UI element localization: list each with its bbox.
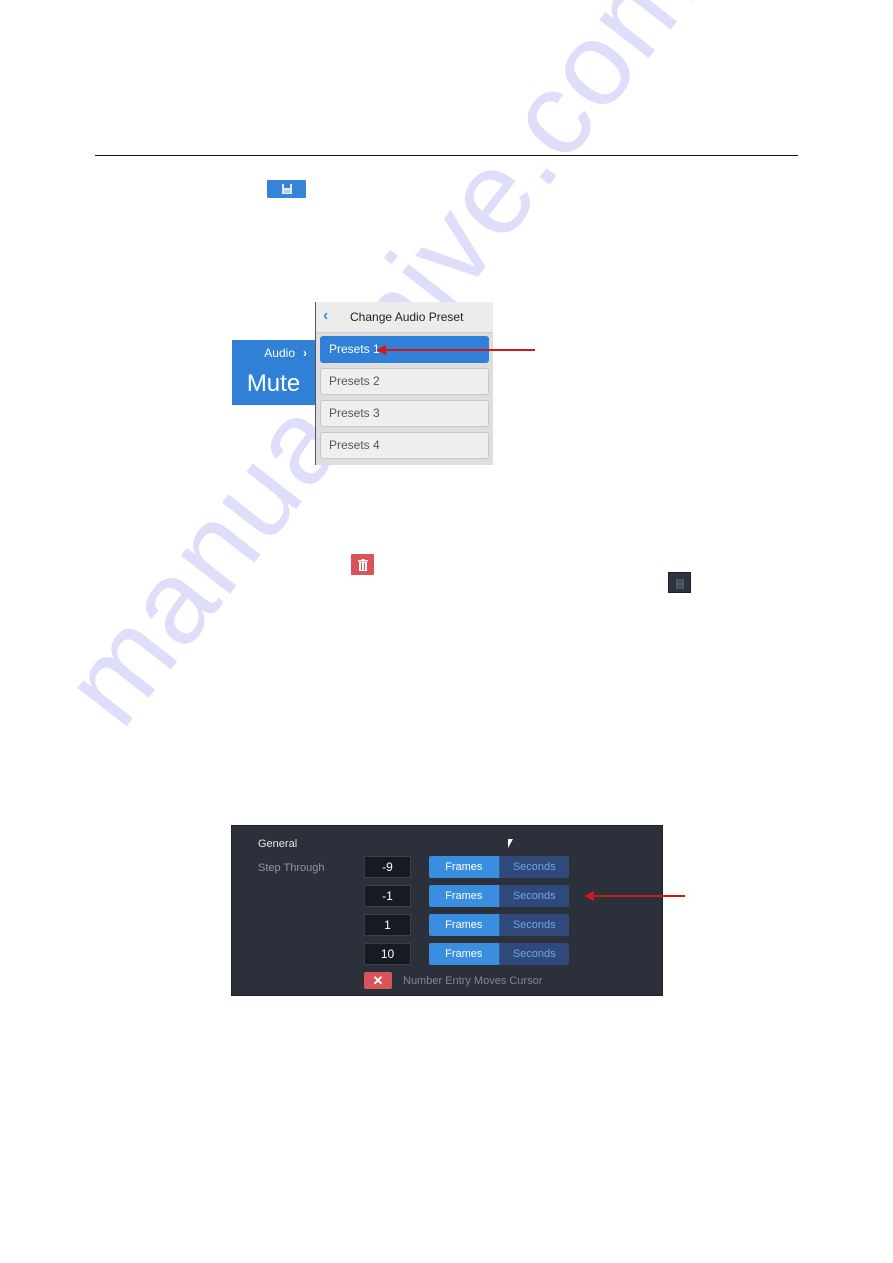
trash-icon <box>351 554 374 575</box>
save-icon <box>267 180 306 198</box>
seconds-button[interactable]: Seconds <box>499 914 569 936</box>
mouse-cursor-icon <box>508 839 513 848</box>
seconds-button[interactable]: Seconds <box>499 943 569 965</box>
frames-button[interactable]: Frames <box>429 885 500 907</box>
audio-tile[interactable]: Audio › Mute <box>232 340 316 405</box>
panel-title: Change Audio Preset <box>350 310 464 324</box>
audio-tile-value: Mute <box>246 370 301 397</box>
preset-item-2[interactable]: Presets 2 <box>320 368 489 395</box>
audio-tile-header: Audio › <box>232 346 315 362</box>
page-header-rule <box>95 155 798 156</box>
frames-button[interactable]: Frames <box>429 914 500 936</box>
callout-arrow <box>376 345 535 355</box>
step-value-field[interactable]: -9 <box>364 856 411 878</box>
unit-toggle: Frames Seconds <box>429 943 569 965</box>
step-through-label: Step Through <box>258 862 325 874</box>
callout-arrow <box>584 891 685 901</box>
floppy-disk-icon <box>281 184 292 194</box>
number-entry-label: Number Entry Moves Cursor <box>403 975 543 987</box>
step-value-field[interactable]: 10 <box>364 943 411 965</box>
chevron-right-icon: › <box>303 346 307 360</box>
number-entry-toggle[interactable]: ✕ <box>364 972 392 989</box>
unit-toggle: Frames Seconds <box>429 856 569 878</box>
change-audio-preset-panel: ‹ Change Audio Preset Presets 1 Presets … <box>315 302 493 465</box>
trash-glyph <box>357 558 368 571</box>
section-title: General <box>258 838 298 850</box>
back-chevron-icon[interactable]: ‹ <box>323 307 328 325</box>
trash-glyph <box>675 578 684 589</box>
seconds-button[interactable]: Seconds <box>499 885 569 907</box>
preset-item-3[interactable]: Presets 3 <box>320 400 489 427</box>
unit-toggle: Frames Seconds <box>429 914 569 936</box>
trash-disabled-icon <box>668 572 691 593</box>
frames-button[interactable]: Frames <box>429 943 500 965</box>
step-value-field[interactable]: -1 <box>364 885 411 907</box>
step-value-field[interactable]: 1 <box>364 914 411 936</box>
audio-tile-label: Audio <box>264 346 295 360</box>
unit-toggle: Frames Seconds <box>429 885 569 907</box>
panel-header: ‹ Change Audio Preset <box>316 302 493 333</box>
frames-button[interactable]: Frames <box>429 856 500 878</box>
seconds-button[interactable]: Seconds <box>499 856 569 878</box>
general-settings-panel: General Step Through -9 Frames Seconds -… <box>231 825 663 996</box>
preset-item-4[interactable]: Presets 4 <box>320 432 489 459</box>
